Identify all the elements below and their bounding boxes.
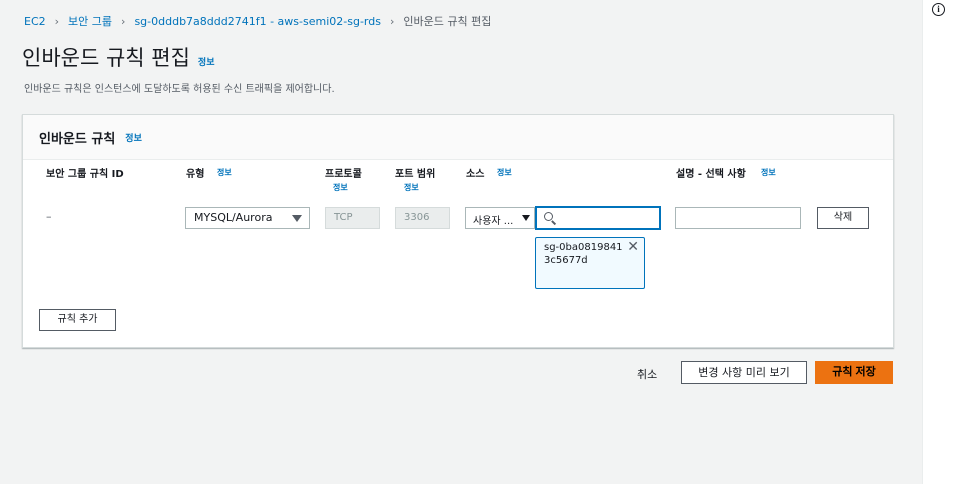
column-header-description: 설명 - 선택 사항 [676, 169, 746, 180]
add-rule-button[interactable]: 규칙 추가 [39, 309, 116, 331]
source-type-value: 사용자 ... [473, 216, 514, 227]
cancel-button[interactable]: 취소 [637, 366, 657, 382]
page-description: 인바운드 규칙은 인스턴스에 도달하도록 허용된 수신 트래픽을 제어합니다. [24, 84, 335, 95]
column-header-protocol: 프로토콜 [325, 169, 362, 180]
delete-rule-button[interactable]: 삭제 [817, 207, 869, 229]
column-header-rule-id: 보안 그룹 규칙 ID [46, 169, 124, 180]
source-type-select[interactable]: 사용자 ... [465, 207, 535, 229]
chevron-right-icon: › [121, 14, 126, 28]
preview-changes-button[interactable]: 변경 사항 미리 보기 [681, 361, 807, 384]
search-icon [544, 212, 553, 221]
description-info-link[interactable]: 정보 [761, 167, 776, 178]
page-header: 인바운드 규칙 편집 정보 [22, 42, 214, 72]
type-select-value: MYSQL/Aurora [194, 211, 273, 224]
source-search-box[interactable] [535, 206, 661, 230]
source-info-link[interactable]: 정보 [497, 167, 512, 178]
description-field[interactable] [675, 207, 801, 229]
rule-id-value: – [46, 210, 52, 223]
breadcrumb-current: 인바운드 규칙 편집 [403, 15, 492, 28]
inbound-rules-panel: 인바운드 규칙 정보 보안 그룹 규칙 ID 유형 정보 프로토콜 정보 포트 … [22, 114, 894, 348]
page-title: 인바운드 규칙 편집 [22, 46, 190, 70]
source-token-label: sg-0ba08198413c5677d [544, 242, 623, 266]
column-header-port-range: 포트 범위 [395, 169, 436, 180]
port-range-info-link[interactable]: 정보 [404, 182, 419, 193]
caret-down-icon [292, 215, 302, 222]
chevron-right-icon: › [389, 14, 395, 28]
column-header-source: 소스 [466, 169, 485, 180]
caret-down-icon [522, 215, 530, 221]
type-info-link[interactable]: 정보 [217, 167, 232, 178]
protocol-field: TCP [325, 207, 380, 229]
panel-title: 인바운드 규칙 [39, 131, 116, 147]
panel-info-link[interactable]: 정보 [125, 131, 142, 144]
info-icon[interactable]: i [932, 3, 945, 16]
help-rail: i [922, 0, 953, 484]
close-icon[interactable]: ✕ [627, 240, 639, 254]
chevron-right-icon: › [54, 14, 60, 28]
breadcrumb: EC2 › 보안 그룹 › sg-0dddb7a8ddd2741f1 - aws… [24, 13, 491, 29]
port-range-field: 3306 [395, 207, 450, 229]
source-search-input[interactable] [561, 210, 656, 226]
panel-header: 인바운드 규칙 정보 [23, 115, 893, 160]
column-header-type: 유형 [186, 169, 205, 180]
breadcrumb-security-group[interactable]: sg-0dddb7a8ddd2741f1 - aws-semi02-sg-rds [134, 15, 381, 28]
protocol-info-link[interactable]: 정보 [333, 182, 348, 193]
breadcrumb-ec2[interactable]: EC2 [24, 15, 46, 28]
breadcrumb-security-groups[interactable]: 보안 그룹 [68, 13, 112, 29]
type-select[interactable]: MYSQL/Aurora [185, 207, 310, 229]
page-info-link[interactable]: 정보 [198, 55, 215, 68]
save-rules-button[interactable]: 규칙 저장 [815, 361, 893, 384]
source-token: sg-0ba08198413c5677d ✕ [535, 237, 645, 289]
